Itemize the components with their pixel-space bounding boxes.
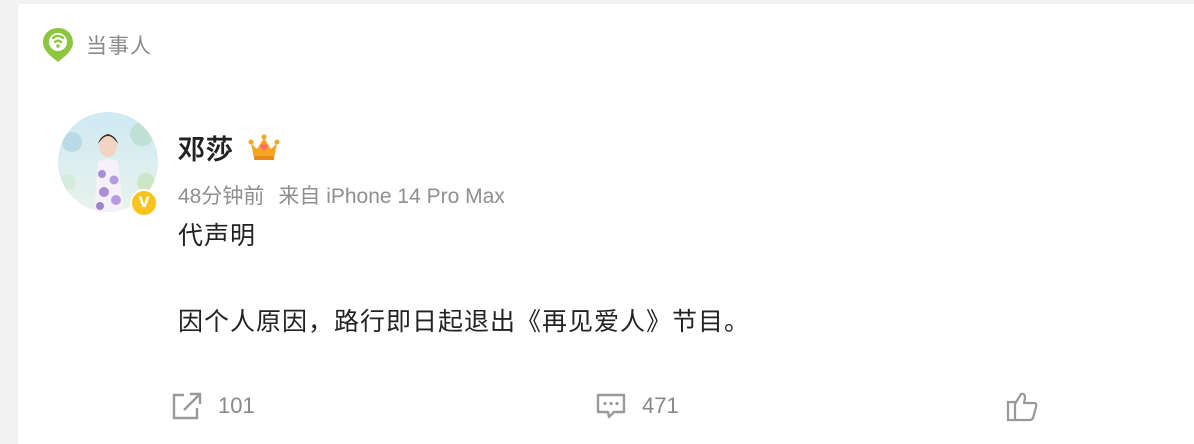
post-text-line: 因个人原因，路行即日起退出《再见爱人》节目。 <box>178 308 751 336</box>
name-row: 邓莎 <box>178 128 280 167</box>
comment-button[interactable]: 471 <box>594 390 679 422</box>
post-source: 来自 iPhone 14 Pro Max <box>278 185 505 208</box>
post-time[interactable]: 48分钟前 <box>178 185 264 208</box>
avatar-container[interactable]: V <box>58 112 158 217</box>
verified-badge: V <box>130 189 158 217</box>
weibo-post-card: 当事人 V 邓莎 48分钟前 来自 iPhone 14 Pro Max 代声明 … <box>18 4 1194 444</box>
repost-icon <box>172 392 202 420</box>
comment-icon <box>596 393 626 419</box>
repost-button[interactable]: 101 <box>170 390 255 422</box>
crown-icon[interactable] <box>248 133 280 163</box>
post-meta: 48分钟前 来自 iPhone 14 Pro Max <box>178 180 505 210</box>
comment-count: 471 <box>642 393 679 418</box>
location-pin-icon <box>43 28 73 62</box>
post-actions: 101 471 <box>170 390 1180 430</box>
repost-count: 101 <box>218 393 255 418</box>
post-body: 代声明 因个人原因，路行即日起退出《再见爱人》节目。 <box>178 218 750 340</box>
source-label: 当事人 <box>86 35 152 58</box>
user-name[interactable]: 邓莎 <box>178 128 234 167</box>
like-icon <box>1006 392 1038 422</box>
card-header: 当事人 <box>40 26 152 64</box>
like-button[interactable] <box>1006 390 1040 422</box>
post-text-line: 代声明 <box>178 222 257 250</box>
